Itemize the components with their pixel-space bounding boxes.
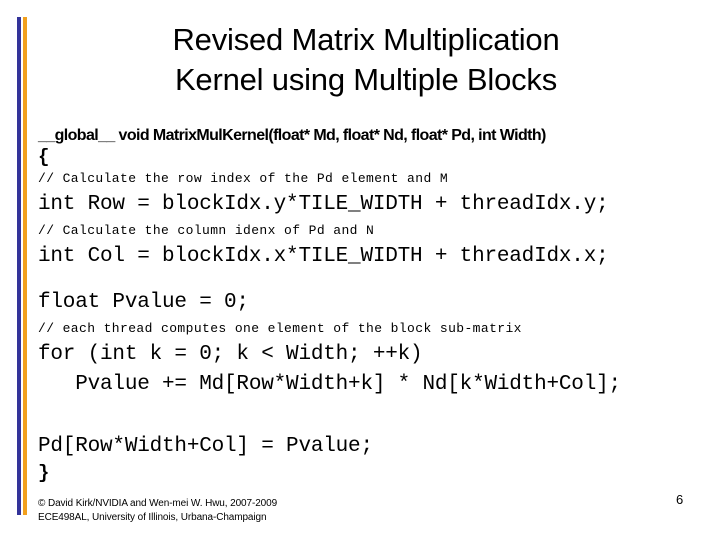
page-number: 6 [676, 492, 684, 507]
code-line: int Col = blockIdx.x*TILE_WIDTH + thread… [38, 245, 609, 268]
code-line: for (int k = 0; k < Width; ++k) [38, 343, 423, 366]
footer-course: ECE498AL, University of Illinois, Urbana… [38, 512, 267, 523]
code-line: Pd[Row*Width+Col] = Pvalue; [38, 435, 373, 458]
code-line: { [38, 146, 50, 168]
accent-bar-blue [17, 17, 21, 515]
code-block: __global__ void MatrixMulKernel(float* M… [38, 126, 716, 484]
slide-title-line-1: Revised Matrix Multiplication [172, 22, 560, 57]
code-line: // Calculate the row index of the Pd ele… [38, 171, 449, 186]
left-accent-bars [17, 17, 28, 515]
slide-footer: © David Kirk/NVIDIA and Wen-mei W. Hwu, … [38, 497, 277, 525]
code-line: // each thread computes one element of t… [38, 321, 522, 336]
slide-title-line-2: Kernel using Multiple Blocks [174, 62, 558, 97]
code-line: float Pvalue = 0; [38, 291, 249, 314]
code-line: // Calculate the column idenx of Pd and … [38, 223, 375, 238]
footer-copyright: © David Kirk/NVIDIA and Wen-mei W. Hwu, … [38, 498, 278, 509]
code-line: Pvalue += Md[Row*Width+k] * Nd[k*Width+C… [38, 373, 621, 396]
code-line: __global__ void MatrixMulKernel(float* M… [38, 127, 546, 144]
slide-canvas: Revised Matrix Multiplication Kernel usi… [0, 0, 720, 540]
code-line: } [38, 462, 50, 484]
accent-bar-orange [23, 17, 27, 515]
slide-title: Revised Matrix Multiplication Kernel usi… [36, 20, 696, 100]
code-line: int Row = blockIdx.y*TILE_WIDTH + thread… [38, 193, 609, 216]
